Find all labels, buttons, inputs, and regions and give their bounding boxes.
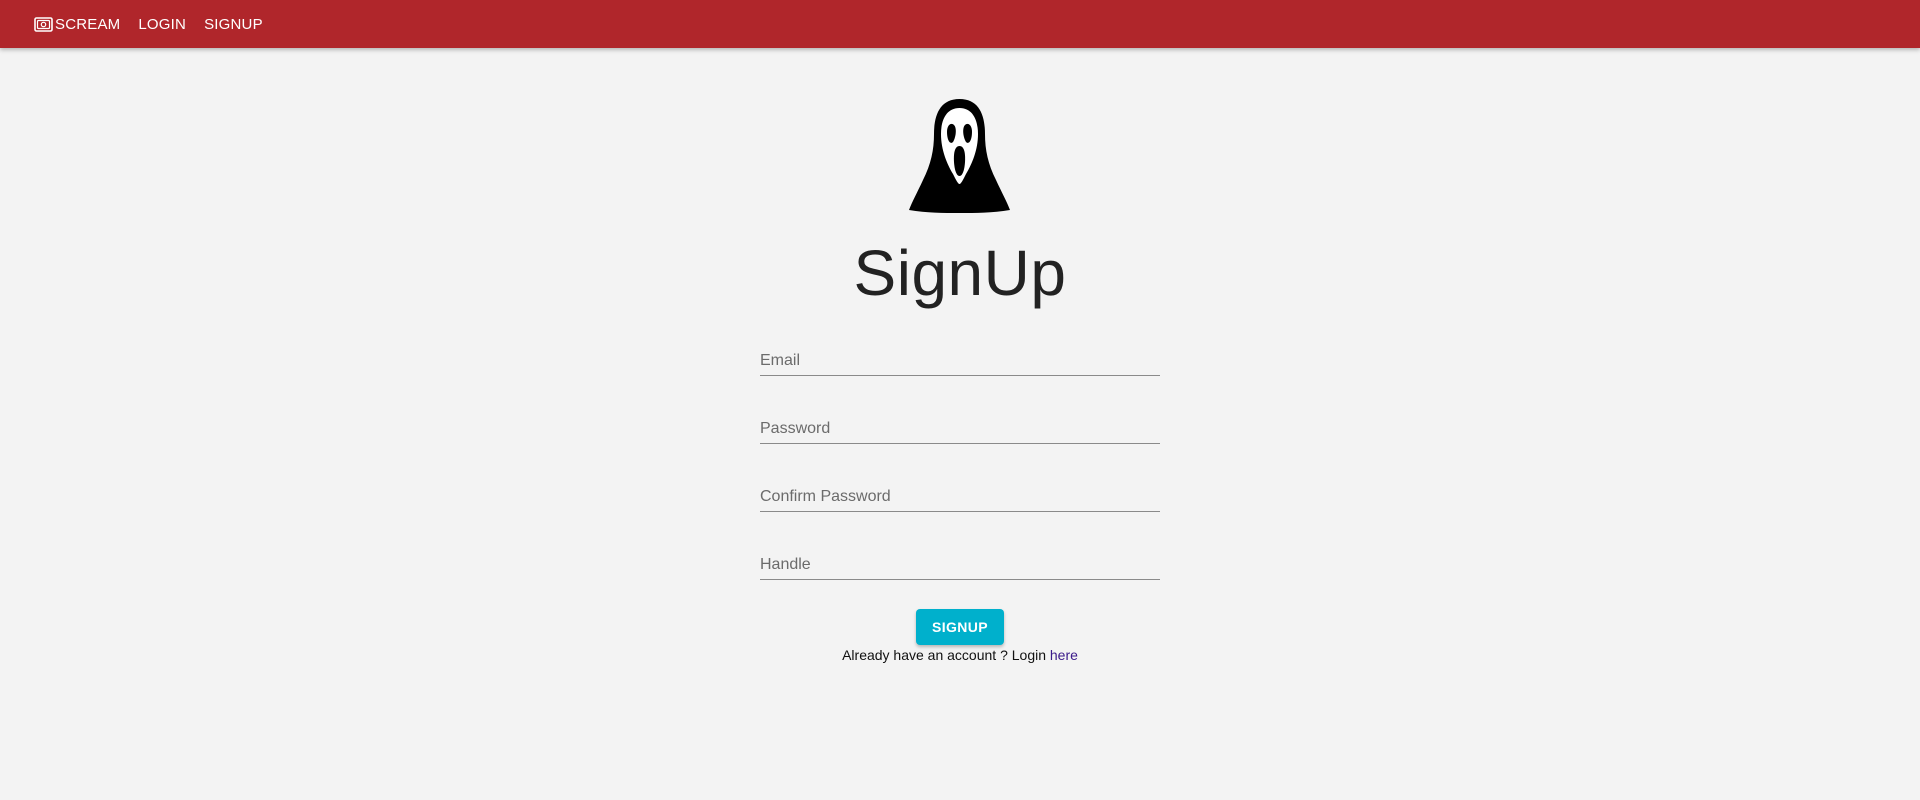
top-navbar: SCREAM LOGIN SIGNUP xyxy=(0,0,1920,48)
confirm-password-field xyxy=(760,484,1160,512)
brand-label: SCREAM xyxy=(55,15,121,33)
confirm-password-input[interactable] xyxy=(760,484,1160,510)
email-field xyxy=(760,348,1160,376)
signup-submit-button[interactable]: SIGNUP xyxy=(916,609,1004,645)
password-field xyxy=(760,416,1160,444)
brand-link[interactable]: SCREAM xyxy=(34,16,120,33)
login-here-link[interactable]: here xyxy=(1050,647,1078,663)
email-input[interactable] xyxy=(760,348,1160,374)
nav-login-link[interactable]: LOGIN xyxy=(138,16,186,33)
ghostface-logo-icon xyxy=(909,98,1010,213)
page-title: SignUp xyxy=(853,237,1067,309)
handle-input[interactable] xyxy=(760,552,1160,578)
signup-page: SignUp SIGNUP Already have an account ? … xyxy=(0,48,1920,800)
login-prompt-text: Already have an account ? Login xyxy=(842,647,1050,663)
password-input[interactable] xyxy=(760,416,1160,442)
scream-camera-icon xyxy=(34,16,53,32)
login-hint: Already have an account ? Login here xyxy=(0,647,1920,663)
nav-signup-link[interactable]: SIGNUP xyxy=(204,16,263,33)
handle-field xyxy=(760,552,1160,580)
